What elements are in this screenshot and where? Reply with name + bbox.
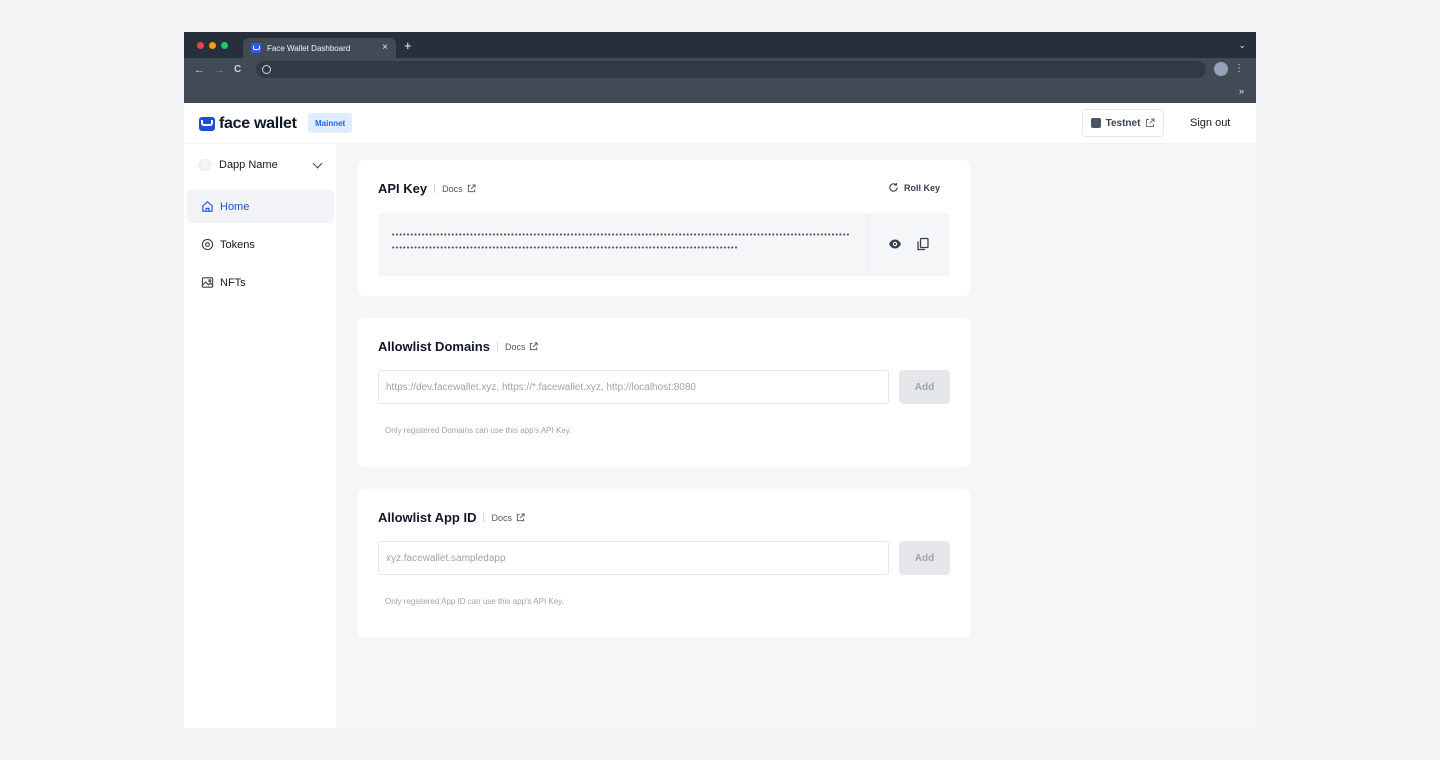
roll-key-button[interactable]: Roll Key [888, 182, 940, 193]
sidebar-item-home[interactable]: Home [187, 190, 334, 223]
testnet-button[interactable]: Testnet [1082, 109, 1164, 137]
sidebar-item-label: Tokens [220, 238, 255, 251]
allowlist-app-id-docs-link[interactable]: Docs [491, 513, 525, 523]
key-divider [868, 213, 869, 276]
docs-label: Docs [442, 183, 463, 194]
sidebar-item-tokens[interactable]: Tokens [187, 228, 334, 261]
testnet-label: Testnet [1105, 117, 1141, 129]
dapp-avatar [199, 159, 211, 171]
minimize-window-button[interactable] [209, 42, 216, 49]
logo-text: face wallet [219, 115, 297, 132]
api-key-title: API Key [378, 181, 428, 196]
browser-menu-icon[interactable]: ⋮ [1234, 63, 1244, 75]
allowlist-app-id-help: Only registered App ID can use this app'… [385, 597, 564, 606]
tab-close-icon[interactable]: × [382, 43, 388, 53]
maximize-window-button[interactable] [221, 42, 228, 49]
tab-title: Face Wallet Dashboard [267, 43, 351, 53]
bookmarks-bar: » [184, 82, 1256, 103]
chevron-down-icon [312, 158, 323, 168]
close-window-button[interactable] [197, 42, 204, 49]
refresh-icon [889, 183, 898, 192]
browser-toolbar: ← → C ⋮ [184, 58, 1256, 82]
api-key-masked-value: ••••••••••••••••••••••••••••••••••••••••… [391, 230, 850, 252]
external-link-icon [1146, 118, 1155, 127]
eye-icon[interactable] [888, 237, 902, 251]
sign-out-button[interactable]: Sign out [1190, 117, 1230, 129]
api-key-box: ••••••••••••••••••••••••••••••••••••••••… [378, 213, 950, 276]
face-wallet-logo[interactable]: face wallet [199, 115, 297, 133]
profile-avatar[interactable] [1214, 62, 1228, 76]
forward-button[interactable]: → [214, 63, 225, 77]
browser-tab-bar: Face Wallet Dashboard × + ⌄ [184, 32, 1256, 58]
title-divider [483, 513, 485, 522]
bookmarks-overflow-icon[interactable]: » [1239, 86, 1244, 96]
allowlist-app-id-card: Allowlist App ID Docs xyz.facewallet.sam… [358, 489, 970, 638]
sidebar: Dapp Name Home Tokens NFTs [184, 144, 336, 728]
address-bar[interactable] [256, 61, 1206, 78]
tab-search-chevron-icon[interactable]: ⌄ [1238, 40, 1246, 51]
sidebar-item-label: NFTs [220, 276, 246, 289]
sidebar-item-nfts[interactable]: NFTs [187, 266, 334, 299]
back-button[interactable]: ← [194, 63, 205, 77]
allowlist-app-id-header: Allowlist App ID Docs [378, 510, 525, 525]
browser-window: Face Wallet Dashboard × + ⌄ ← → C ⋮ » fa… [184, 32, 1256, 728]
allowlist-domains-docs-link[interactable]: Docs [505, 342, 539, 352]
sidebar-item-label: Home [220, 200, 250, 213]
new-tab-button[interactable]: + [404, 39, 412, 52]
browser-tab[interactable]: Face Wallet Dashboard × [243, 38, 396, 58]
api-key-card: API Key Docs Roll Key ••••••••••••••••••… [358, 160, 970, 296]
window-controls [197, 42, 228, 49]
external-link-icon [530, 342, 539, 351]
dapp-name: Dapp Name [219, 159, 278, 171]
reload-button[interactable]: C [234, 63, 241, 77]
roll-key-label: Roll Key [903, 182, 940, 193]
allowlist-domains-help: Only registered Domains can use this app… [385, 426, 572, 435]
external-link-icon [516, 513, 525, 522]
dapp-selector[interactable]: Dapp Name [199, 158, 325, 172]
site-info-icon[interactable] [262, 65, 271, 74]
external-link-icon [467, 184, 476, 193]
allowlist-domains-header: Allowlist Domains Docs [378, 339, 539, 354]
docs-label: Docs [504, 341, 526, 352]
docs-label: Docs [491, 512, 512, 523]
favicon-icon [251, 43, 261, 53]
allowlist-app-id-title: Allowlist App ID [378, 510, 477, 525]
api-key-header: API Key Docs [378, 181, 476, 196]
allowlist-app-id-input[interactable]: xyz.facewallet.sampledapp [378, 541, 889, 575]
copy-icon[interactable] [916, 237, 930, 251]
title-divider [496, 342, 498, 351]
title-divider [434, 184, 436, 193]
face-wallet-logo-icon [199, 117, 215, 131]
api-key-actions [888, 237, 930, 251]
app-header: face wallet Mainnet Testnet Sign out [184, 103, 1256, 144]
image-icon [201, 277, 214, 288]
add-app-id-button[interactable]: Add [899, 541, 950, 575]
allowlist-domains-card: Allowlist Domains Docs https://dev.facew… [358, 318, 970, 467]
home-icon [202, 201, 213, 212]
network-badge: Mainnet [308, 113, 353, 133]
testnet-icon [1090, 118, 1101, 128]
api-key-docs-link[interactable]: Docs [442, 184, 476, 194]
allowlist-domains-input[interactable]: https://dev.facewallet.xyz, https://*.fa… [378, 370, 889, 404]
token-icon [201, 238, 214, 251]
allowlist-domains-title: Allowlist Domains [378, 339, 490, 354]
add-domain-button[interactable]: Add [899, 370, 950, 404]
